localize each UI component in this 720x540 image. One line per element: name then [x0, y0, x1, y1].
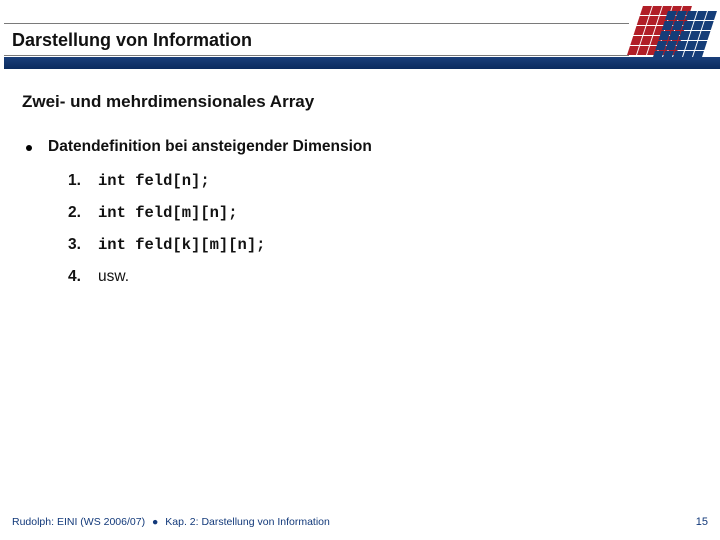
- item-number: 4.: [68, 268, 86, 286]
- logo-graphic: [630, 5, 712, 57]
- item-number: 1.: [68, 172, 86, 190]
- page-number: 15: [696, 516, 708, 528]
- footer-left: Rudolph: EINI (WS 2006/07) ● Kap. 2: Dar…: [12, 516, 330, 528]
- divider-bottom: [4, 55, 629, 56]
- item-code: int feld[n];: [98, 172, 210, 190]
- list-item: 2. int feld[m][n];: [68, 204, 698, 222]
- list-item: 1. int feld[n];: [68, 172, 698, 190]
- item-code: int feld[m][n];: [98, 204, 238, 222]
- footer-chapter: Kap. 2: Darstellung von Information: [165, 516, 330, 528]
- header: Darstellung von Information: [0, 0, 720, 62]
- header-bar: [4, 57, 720, 69]
- numbered-list: 1. int feld[n]; 2. int feld[m][n]; 3. in…: [68, 172, 698, 286]
- bullet-icon: [26, 145, 32, 151]
- item-code: int feld[k][m][n];: [98, 236, 265, 254]
- footer-author: Rudolph: EINI (WS 2006/07): [12, 516, 145, 528]
- item-number: 2.: [68, 204, 86, 222]
- slide: Darstellung von Information Zwei- und me…: [0, 0, 720, 540]
- item-number: 3.: [68, 236, 86, 254]
- item-text: usw.: [98, 268, 129, 286]
- footer-dot-icon: ●: [152, 516, 158, 528]
- bullet-line: Datendefinition bei ansteigender Dimensi…: [26, 138, 698, 156]
- page-title: Darstellung von Information: [12, 30, 252, 51]
- subtitle: Zwei- und mehrdimensionales Array: [22, 92, 698, 112]
- list-item: 3. int feld[k][m][n];: [68, 236, 698, 254]
- footer: Rudolph: EINI (WS 2006/07) ● Kap. 2: Dar…: [12, 516, 708, 528]
- divider-top: [4, 23, 629, 24]
- list-item: 4. usw.: [68, 268, 698, 286]
- bullet-text: Datendefinition bei ansteigender Dimensi…: [48, 138, 372, 156]
- body: Zwei- und mehrdimensionales Array Datend…: [22, 92, 698, 300]
